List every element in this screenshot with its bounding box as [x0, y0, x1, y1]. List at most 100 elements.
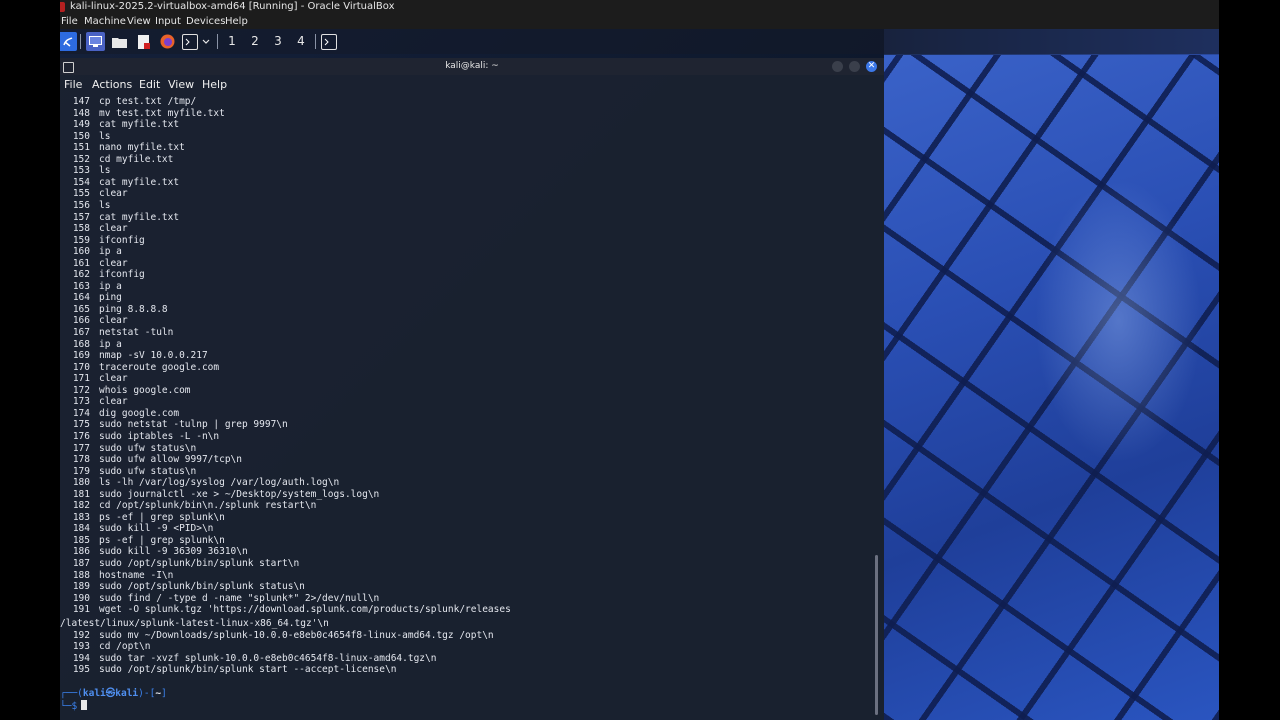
terminal-output[interactable]: 147 cp test.txt /tmp/148 mv test.txt myfil… — [60, 96, 870, 720]
history-line: 158 clear — [60, 223, 128, 235]
history-command: netstat -tuln — [99, 327, 174, 338]
history-number: 152 — [72, 153, 90, 165]
history-line: 195 sudo /opt/splunk/bin/splunk start --a… — [60, 664, 397, 676]
history-line: 183 ps -ef | grep splunk\n — [60, 512, 225, 524]
history-number: 150 — [72, 130, 90, 142]
history-line: 194 sudo tar -xvzf splunk-10.0.0-e8eb0c46… — [60, 653, 437, 665]
history-number: 163 — [72, 280, 90, 292]
terminal-launcher-icon[interactable] — [182, 34, 198, 50]
history-line: 178 sudo ufw allow 9997/tcp\n — [60, 454, 242, 466]
left-letterbox — [0, 0, 60, 720]
history-number: 155 — [72, 188, 90, 200]
text-cursor — [81, 700, 88, 710]
vbox-menu-machine[interactable]: Machine — [84, 14, 126, 29]
history-number: 167 — [72, 327, 90, 338]
history-line: 161 clear — [60, 258, 128, 270]
history-number: 189 — [72, 581, 90, 593]
history-command: ifconfig — [99, 269, 145, 281]
maximize-button[interactable] — [849, 61, 860, 72]
history-number: 186 — [72, 546, 90, 558]
terminal-menu-help[interactable]: Help — [202, 75, 227, 95]
history-number: 156 — [72, 199, 90, 211]
history-command: sudo kill -9 36309 36310\n — [99, 546, 248, 558]
history-command: ifconfig — [99, 234, 145, 246]
workspace-4[interactable]: 4 — [292, 32, 310, 51]
prompt-line-2[interactable]: └─$ — [60, 700, 88, 713]
history-line: 153 ls — [60, 165, 111, 177]
history-command: ip a — [99, 280, 122, 292]
prompt-open: ┌──( — [60, 688, 83, 699]
history-command: sudo ufw allow 9997/tcp\n — [99, 454, 242, 466]
history-line: 154 cat myfile.txt — [60, 177, 179, 189]
history-number: 179 — [72, 465, 90, 477]
history-number: 151 — [72, 142, 90, 154]
history-number: 177 — [72, 442, 90, 454]
history-line: 173 clear — [60, 396, 128, 408]
history-line: 155 clear — [60, 188, 128, 200]
history-number: 190 — [72, 592, 90, 604]
history-line: 181 sudo journalctl -xe > ~/Desktop/syste… — [60, 489, 379, 501]
vbox-menu-help[interactable]: Help — [225, 14, 248, 29]
prompt-user: kali㉿kali — [82, 688, 139, 699]
text-editor-icon[interactable] — [134, 32, 153, 51]
close-button[interactable]: ✕ — [866, 61, 877, 72]
history-command: sudo netstat -tulnp | grep 9997\n — [99, 419, 288, 431]
history-line: 151 nano myfile.txt — [60, 142, 185, 154]
history-number: 154 — [72, 176, 90, 188]
kali-top-panel: 1 2 3 4 — [60, 29, 1219, 54]
vbox-menu-devices[interactable]: Devices — [186, 14, 225, 29]
chevron-down-icon[interactable] — [200, 32, 212, 51]
history-command: cat myfile.txt — [99, 211, 180, 223]
terminal-title: kali@kali: ~ — [445, 61, 499, 71]
history-command: ls — [99, 165, 111, 177]
history-command: clear — [99, 315, 128, 327]
vbox-menu-input[interactable]: Input — [155, 14, 181, 29]
workspace-1[interactable]: 1 — [223, 32, 241, 51]
history-line: 186 sudo kill -9 36309 36310\n — [60, 546, 248, 558]
terminal-task-icon[interactable] — [321, 34, 337, 50]
history-command: clear — [99, 396, 128, 408]
history-command: nano myfile.txt — [99, 142, 185, 154]
vbox-title: kali-linux-2025.2-virtualbox-amd64 [Runn… — [70, 1, 395, 12]
terminal-window: kali@kali: ~ ✕ File Actions Edit View He… — [60, 58, 884, 720]
prompt-arrow: └─$ — [60, 701, 78, 712]
history-line: 187 sudo /opt/splunk/bin/splunk start\n — [60, 558, 299, 570]
history-command: sudo ufw status\n — [99, 442, 197, 454]
history-number: 159 — [72, 234, 90, 246]
desktop-icon[interactable] — [86, 32, 105, 51]
history-line: 159 ifconfig — [60, 235, 145, 247]
history-number: 174 — [72, 407, 90, 419]
minimize-button[interactable] — [832, 61, 843, 72]
history-command: ps -ef | grep splunk\n — [99, 511, 225, 523]
workspace-3[interactable]: 3 — [269, 32, 287, 51]
history-line: 163 ip a — [60, 281, 122, 293]
file-manager-icon[interactable] — [110, 32, 129, 51]
vbox-menu-view[interactable]: View — [127, 14, 151, 29]
history-number: 161 — [72, 257, 90, 269]
vbox-menu-file[interactable]: File — [61, 14, 78, 29]
history-line: 164 ping — [60, 292, 122, 304]
terminal-menu-view[interactable]: View — [168, 75, 194, 95]
terminal-menu-file[interactable]: File — [64, 75, 82, 95]
firefox-icon[interactable] — [158, 32, 177, 51]
virtualbox-window: kali-linux-2025.2-virtualbox-amd64 [Runn… — [60, 0, 1219, 720]
kali-menu-icon[interactable] — [60, 32, 77, 51]
history-number: 166 — [72, 315, 90, 327]
history-number: 158 — [72, 223, 90, 235]
terminal-menu-actions[interactable]: Actions — [92, 75, 132, 95]
history-number: 192 — [72, 629, 90, 641]
vbox-titlebar: kali-linux-2025.2-virtualbox-amd64 [Runn… — [60, 0, 1219, 14]
terminal-scrollbar[interactable] — [875, 555, 878, 715]
history-line: 147 cp test.txt /tmp/ — [60, 96, 196, 108]
panel-separator — [315, 34, 316, 49]
history-line: 148 mv test.txt myfile.txt — [60, 108, 225, 120]
terminal-menu-edit[interactable]: Edit — [139, 75, 160, 95]
history-command: ls — [99, 130, 111, 142]
history-line: 192 sudo mv ~/Downloads/splunk-10.0.0-e8e… — [60, 630, 494, 642]
terminal-titlebar: kali@kali: ~ ✕ — [60, 58, 884, 75]
workspace-2[interactable]: 2 — [246, 32, 264, 51]
history-line: 193 cd /opt\n — [60, 641, 151, 653]
history-number: 191 — [72, 604, 90, 616]
history-line: 162 ifconfig — [60, 269, 145, 281]
history-command: sudo kill -9 <PID>\n — [99, 523, 214, 535]
